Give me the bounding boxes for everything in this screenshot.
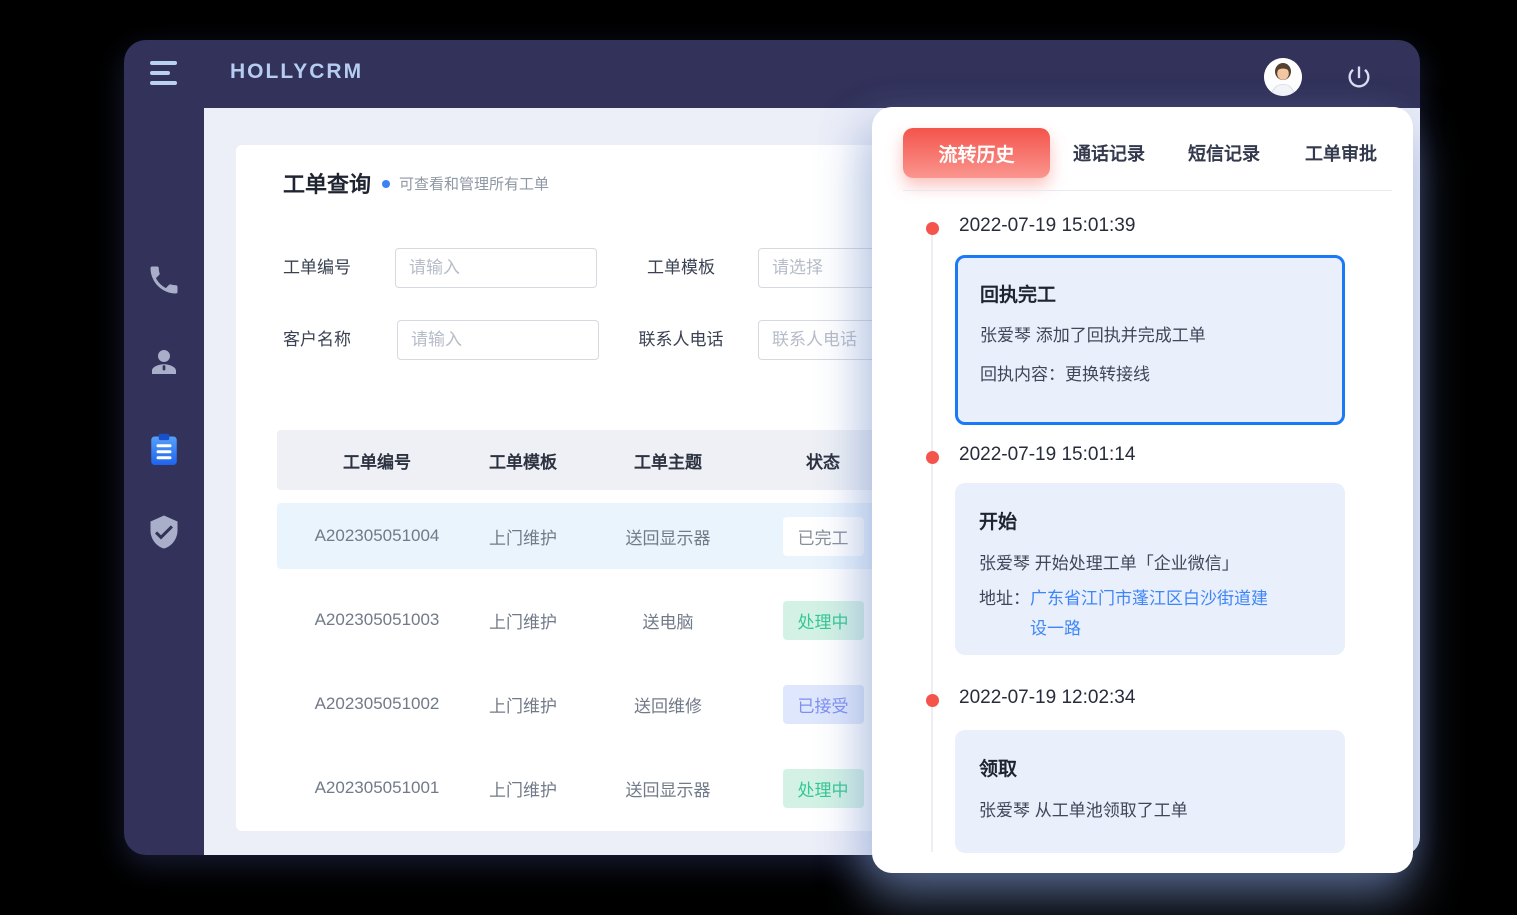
cell-template: 上门维护	[477, 524, 569, 549]
address-link[interactable]: 广东省江门市蓬江区白沙街道建设一路	[1030, 584, 1282, 644]
subtitle-dot-icon	[382, 180, 390, 188]
timeline-card-selected[interactable]: 回执完工 张爱琴 添加了回执并完成工单 回执内容：更换转接线	[955, 255, 1345, 425]
timeline-card[interactable]: 领取 张爱琴 从工单池领取了工单	[955, 730, 1345, 853]
sidebar	[124, 108, 204, 855]
cell-subject: 送电脑	[569, 608, 767, 633]
menu-icon[interactable]	[150, 61, 178, 87]
order-no-label: 工单编号	[283, 248, 351, 288]
col-header: 工单主题	[569, 448, 767, 473]
user-avatar[interactable]	[1264, 58, 1302, 96]
timeline-dot	[926, 222, 939, 235]
contact-phone-label: 联系人电话	[621, 320, 741, 360]
customer-name-label: 客户名称	[283, 320, 351, 360]
security-shield-icon[interactable]	[146, 514, 182, 550]
status-badge: 处理中	[783, 769, 864, 808]
address-label: 地址：	[979, 584, 1030, 644]
top-bar: HOLLYCRM	[124, 40, 1420, 108]
timeline-card-title: 领取	[979, 754, 1323, 781]
timeline-dot	[926, 694, 939, 707]
timeline-card-text: 回执内容：更换转接线	[980, 360, 1322, 385]
timeline-card-title: 开始	[979, 507, 1323, 534]
status-badge: 已接受	[783, 685, 864, 724]
cell-subject: 送回维修	[569, 692, 767, 717]
cell-subject: 送回显示器	[569, 524, 767, 549]
cell-template: 上门维护	[477, 608, 569, 633]
status-badge: 处理中	[783, 601, 864, 640]
app-logo: HOLLYCRM	[230, 60, 363, 84]
phone-icon[interactable]	[146, 262, 182, 298]
cell-template: 上门维护	[477, 692, 569, 717]
cell-order-no: A202305051003	[277, 610, 477, 630]
status-badge: 已完工	[783, 517, 864, 556]
customer-icon[interactable]	[146, 344, 182, 380]
cell-template: 上门维护	[477, 776, 569, 801]
timeline-card-text: 张爱琴 开始处理工单「企业微信」	[979, 549, 1323, 574]
tab-sms-records[interactable]: 短信记录	[1188, 140, 1260, 166]
work-orders-icon-active[interactable]	[146, 432, 182, 468]
template-label: 工单模板	[621, 248, 741, 288]
history-panel: 流转历史 通话记录 短信记录 工单审批 2022-07-19 15:01:39 …	[872, 107, 1413, 873]
customer-name-input[interactable]	[397, 320, 599, 360]
order-no-input[interactable]	[395, 248, 597, 288]
timeline-card-text: 张爱琴 从工单池领取了工单	[979, 796, 1323, 821]
col-header: 工单编号	[277, 448, 477, 473]
timeline-timestamp: 2022-07-19 15:01:14	[959, 444, 1135, 466]
col-header: 状态	[767, 448, 879, 473]
timeline-card-text: 张爱琴 添加了回执并完成工单	[980, 321, 1322, 346]
cell-order-no: A202305051004	[277, 526, 477, 546]
tab-order-approval[interactable]: 工单审批	[1305, 140, 1377, 166]
cell-subject: 送回显示器	[569, 776, 767, 801]
timeline-line	[931, 230, 933, 852]
timeline-card[interactable]: 开始 张爱琴 开始处理工单「企业微信」 地址： 广东省江门市蓬江区白沙街道建设一…	[955, 483, 1345, 655]
timeline-timestamp: 2022-07-19 12:02:34	[959, 687, 1135, 709]
page-title: 工单查询	[283, 167, 371, 199]
page-subtitle: 可查看和管理所有工单	[399, 173, 549, 194]
power-icon[interactable]	[1345, 63, 1373, 91]
cell-order-no: A202305051001	[277, 778, 477, 798]
tab-circulation-history[interactable]: 流转历史	[903, 128, 1050, 178]
cell-order-no: A202305051002	[277, 694, 477, 714]
tab-call-records[interactable]: 通话记录	[1073, 140, 1145, 166]
col-header: 工单模板	[477, 448, 569, 473]
timeline-dot	[926, 451, 939, 464]
tabs-divider	[903, 190, 1392, 191]
timeline-timestamp: 2022-07-19 15:01:39	[959, 215, 1135, 237]
timeline-card-title: 回执完工	[980, 280, 1322, 307]
